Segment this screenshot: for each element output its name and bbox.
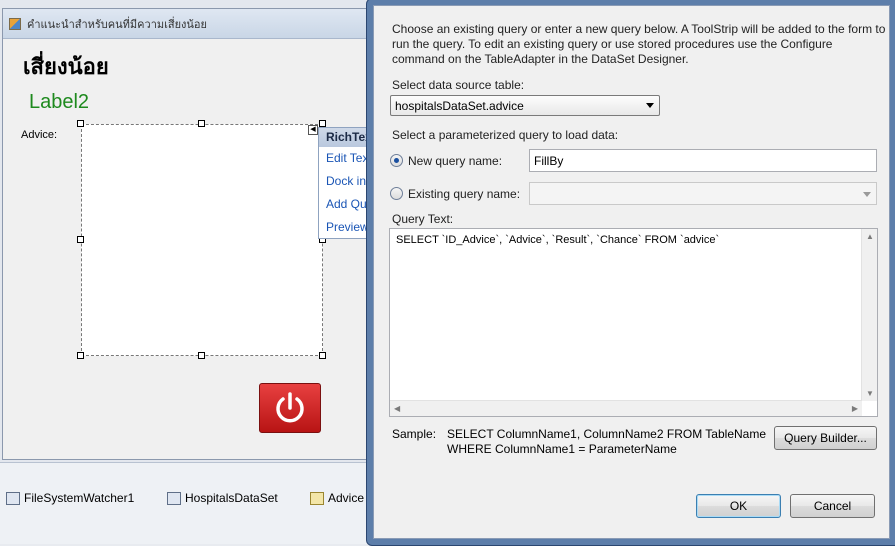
power-icon	[276, 392, 304, 423]
tray-item-hospitalsdataset[interactable]: HospitalsDataSet	[167, 491, 278, 505]
resize-handle-w[interactable]	[77, 236, 84, 243]
horizontal-scrollbar[interactable]: ◀ ▶	[390, 400, 862, 416]
form-title: คำแนะนำสำหรับคนที่มีความเสี่ยงน้อย	[27, 17, 207, 31]
power-button[interactable]	[259, 383, 321, 433]
datasource-label: Select data source table:	[392, 78, 525, 92]
existing-query-dropdown[interactable]	[529, 182, 877, 205]
cancel-button[interactable]: Cancel	[790, 494, 875, 518]
smart-tag-glyph-icon[interactable]: ◀	[308, 125, 318, 135]
dataset-icon	[167, 491, 181, 505]
query-builder-button[interactable]: Query Builder...	[774, 426, 877, 450]
tray-item-label: FileSystemWatcher1	[24, 491, 135, 505]
scroll-up-icon[interactable]: ▲	[866, 232, 874, 241]
sample-text: SELECT ColumnName1, ColumnName2 FROM Tab…	[447, 427, 766, 457]
resize-handle-se[interactable]	[319, 352, 326, 359]
sample-line-2: WHERE ColumnName1 = ParameterName	[447, 442, 677, 456]
resize-handle-n[interactable]	[198, 120, 205, 127]
datasource-dropdown[interactable]: hospitalsDataSet.advice	[390, 95, 660, 116]
form-titlebar: คำแนะนำสำหรับคนที่มีความเสี่ยงน้อย	[3, 9, 371, 39]
scroll-left-icon[interactable]: ◀	[394, 404, 400, 413]
form-window[interactable]: คำแนะนำสำหรับคนที่มีความเสี่ยงน้อย เสี่ย…	[2, 8, 378, 460]
form-app-icon	[9, 17, 21, 30]
vertical-scrollbar[interactable]: ▲ ▼	[861, 229, 877, 401]
tray-item-label: HospitalsDataSet	[185, 491, 278, 505]
resize-handle-nw[interactable]	[77, 120, 84, 127]
tray-item-filesystemwatcher[interactable]: FileSystemWatcher1	[6, 491, 134, 505]
resize-handle-sw[interactable]	[77, 352, 84, 359]
tableadapter-icon	[310, 491, 324, 505]
existing-query-radio[interactable]	[390, 187, 403, 200]
sample-label: Sample:	[392, 427, 437, 441]
param-query-label: Select a parameterized query to load dat…	[392, 128, 619, 142]
form-heading[interactable]: เสี่ยงน้อย	[23, 49, 109, 84]
new-query-radio[interactable]	[390, 154, 403, 167]
dialog-body: Choose an existing query or enter a new …	[374, 6, 889, 486]
datasource-value: hospitalsDataSet.advice	[395, 99, 524, 113]
sample-line-1: SELECT ColumnName1, ColumnName2 FROM Tab…	[447, 427, 767, 441]
query-text-label: Query Text:	[392, 212, 454, 226]
scroll-down-icon[interactable]: ▼	[866, 389, 874, 398]
component-tray: FileSystemWatcher1 HospitalsDataSet Advi…	[0, 462, 370, 544]
scroll-right-icon[interactable]: ▶	[852, 404, 858, 413]
existing-query-label[interactable]: Existing query name:	[408, 187, 520, 201]
advice-label[interactable]: Advice:	[21, 129, 57, 141]
dialog-client-area: Choose an existing query or enter a new …	[373, 5, 890, 539]
new-query-name-input[interactable]: FillBy	[529, 149, 877, 172]
ok-button[interactable]: OK	[696, 494, 781, 518]
resize-handle-s[interactable]	[198, 352, 205, 359]
filesystemwatcher-icon	[6, 491, 20, 505]
chevron-down-icon	[863, 192, 871, 197]
tray-item-label: Advice	[328, 491, 365, 505]
label2[interactable]: Label2	[29, 91, 89, 114]
query-text-content: SELECT `ID_Advice`, `Advice`, `Result`, …	[396, 234, 720, 246]
new-query-label[interactable]: New query name:	[408, 154, 502, 168]
search-criteria-builder-dialog: Choose an existing query or enter a new …	[366, 0, 895, 546]
tray-item-advice-adapter[interactable]: Advice	[310, 491, 364, 505]
chevron-down-icon	[646, 103, 654, 108]
resize-handle-ne[interactable]	[319, 120, 326, 127]
query-text-area[interactable]: SELECT `ID_Advice`, `Advice`, `Result`, …	[389, 228, 878, 417]
dialog-instructions: Choose an existing query or enter a new …	[392, 22, 886, 66]
richtextbox-control[interactable]	[81, 124, 323, 356]
